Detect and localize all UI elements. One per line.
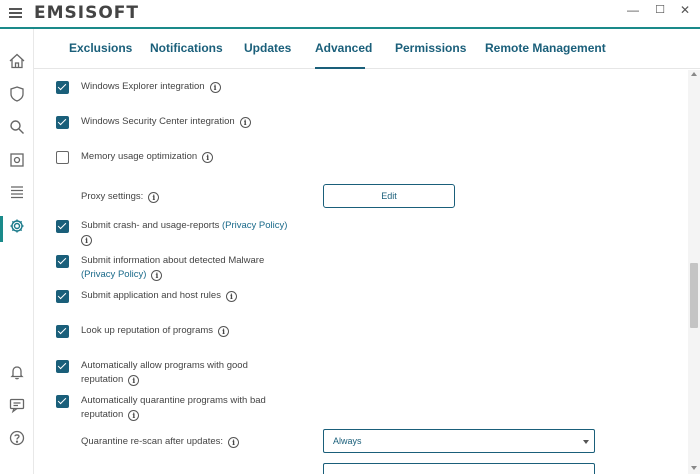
active-tab-indicator bbox=[315, 67, 365, 69]
title-bar: EMSISOFT — ☐ ✕ bbox=[0, 0, 700, 27]
info-icon[interactable]: i bbox=[128, 375, 140, 386]
scroll-down-arrow-icon[interactable] bbox=[691, 466, 697, 470]
shield-icon[interactable] bbox=[7, 84, 27, 104]
info-icon[interactable]: i bbox=[209, 82, 221, 93]
tab-permissions[interactable]: Permissions bbox=[395, 41, 466, 55]
quarantine-bad-reputation-checkbox[interactable] bbox=[56, 395, 69, 408]
privacy-policy-link[interactable]: (Privacy Policy) bbox=[81, 269, 146, 280]
sidebar bbox=[0, 29, 34, 474]
proxy-settings-label: Proxy settings: bbox=[81, 191, 144, 202]
reputation-lookup-label: Look up reputation of programs bbox=[81, 325, 214, 336]
quarantine-rescan-value: Always bbox=[333, 436, 362, 446]
info-icon[interactable]: i bbox=[228, 437, 240, 448]
security-center-label: Windows Security Center integration bbox=[81, 116, 235, 127]
allow-good-reputation-label-cont: reputation bbox=[81, 374, 124, 385]
quarantine-icon[interactable] bbox=[7, 150, 27, 170]
settings-icon[interactable] bbox=[7, 216, 27, 236]
info-icon[interactable]: i bbox=[225, 291, 237, 302]
app-logo: EMSISOFT bbox=[34, 3, 140, 23]
crash-reports-label: Submit crash- and usage-reports bbox=[81, 220, 220, 231]
tab-exclusions[interactable]: Exclusions bbox=[69, 41, 132, 55]
home-icon[interactable] bbox=[7, 51, 27, 71]
proxy-edit-button[interactable]: Edit bbox=[323, 184, 455, 208]
content-scrollbar[interactable] bbox=[688, 70, 700, 474]
quarantine-rescan-label: Quarantine re-scan after updates: bbox=[81, 436, 224, 447]
tab-notifications[interactable]: Notifications bbox=[150, 41, 223, 55]
reputation-lookup-checkbox[interactable] bbox=[56, 325, 69, 338]
security-center-checkbox[interactable] bbox=[56, 116, 69, 129]
quarantine-rescan-select[interactable]: Always bbox=[323, 429, 595, 453]
submit-malware-label: Submit information about detected Malwar… bbox=[81, 255, 265, 266]
allow-good-reputation-checkbox[interactable] bbox=[56, 360, 69, 373]
explorer-integration-checkbox[interactable] bbox=[56, 81, 69, 94]
chat-icon[interactable] bbox=[7, 395, 27, 415]
host-rules-label: Submit application and host rules bbox=[81, 290, 221, 301]
info-icon[interactable]: i bbox=[81, 235, 92, 246]
submit-malware-checkbox[interactable] bbox=[56, 255, 69, 268]
memory-optimization-label: Memory usage optimization bbox=[81, 151, 198, 162]
menu-icon[interactable] bbox=[9, 8, 22, 18]
next-setting-select[interactable] bbox=[323, 463, 595, 474]
host-rules-checkbox[interactable] bbox=[56, 290, 69, 303]
info-icon[interactable]: i bbox=[218, 326, 230, 337]
close-button[interactable]: ✕ bbox=[677, 3, 693, 17]
maximize-button[interactable]: ☐ bbox=[652, 3, 668, 16]
scroll-up-arrow-icon[interactable] bbox=[691, 72, 697, 76]
info-icon[interactable]: i bbox=[128, 410, 140, 421]
chevron-down-icon bbox=[583, 440, 589, 444]
sidebar-active-indicator bbox=[0, 216, 3, 242]
allow-good-reputation-label: Automatically allow programs with good bbox=[81, 360, 248, 371]
info-icon[interactable]: i bbox=[151, 270, 163, 281]
bell-icon[interactable] bbox=[7, 362, 27, 382]
search-icon[interactable] bbox=[7, 117, 27, 137]
scroll-thumb[interactable] bbox=[690, 263, 698, 328]
info-icon[interactable]: i bbox=[148, 192, 160, 203]
explorer-integration-label: Windows Explorer integration bbox=[81, 81, 205, 92]
memory-optimization-checkbox[interactable] bbox=[56, 151, 69, 164]
tab-updates[interactable]: Updates bbox=[244, 41, 291, 55]
tab-remote-management[interactable]: Remote Management bbox=[485, 41, 606, 55]
tab-advanced[interactable]: Advanced bbox=[315, 41, 372, 55]
quarantine-bad-reputation-label-cont: reputation bbox=[81, 409, 124, 420]
settings-tabs: Exclusions Notifications Updates Advance… bbox=[34, 29, 700, 69]
advanced-settings-panel: Windows Explorer integration i Windows Se… bbox=[34, 70, 686, 474]
privacy-policy-link[interactable]: (Privacy Policy) bbox=[222, 220, 287, 231]
quarantine-bad-reputation-label: Automatically quarantine programs with b… bbox=[81, 395, 266, 406]
help-icon[interactable] bbox=[7, 428, 27, 448]
crash-reports-checkbox[interactable] bbox=[56, 220, 69, 233]
info-icon[interactable]: i bbox=[202, 152, 214, 163]
logs-icon[interactable] bbox=[7, 182, 27, 202]
info-icon[interactable]: i bbox=[239, 117, 251, 128]
minimize-button[interactable]: — bbox=[625, 3, 641, 17]
